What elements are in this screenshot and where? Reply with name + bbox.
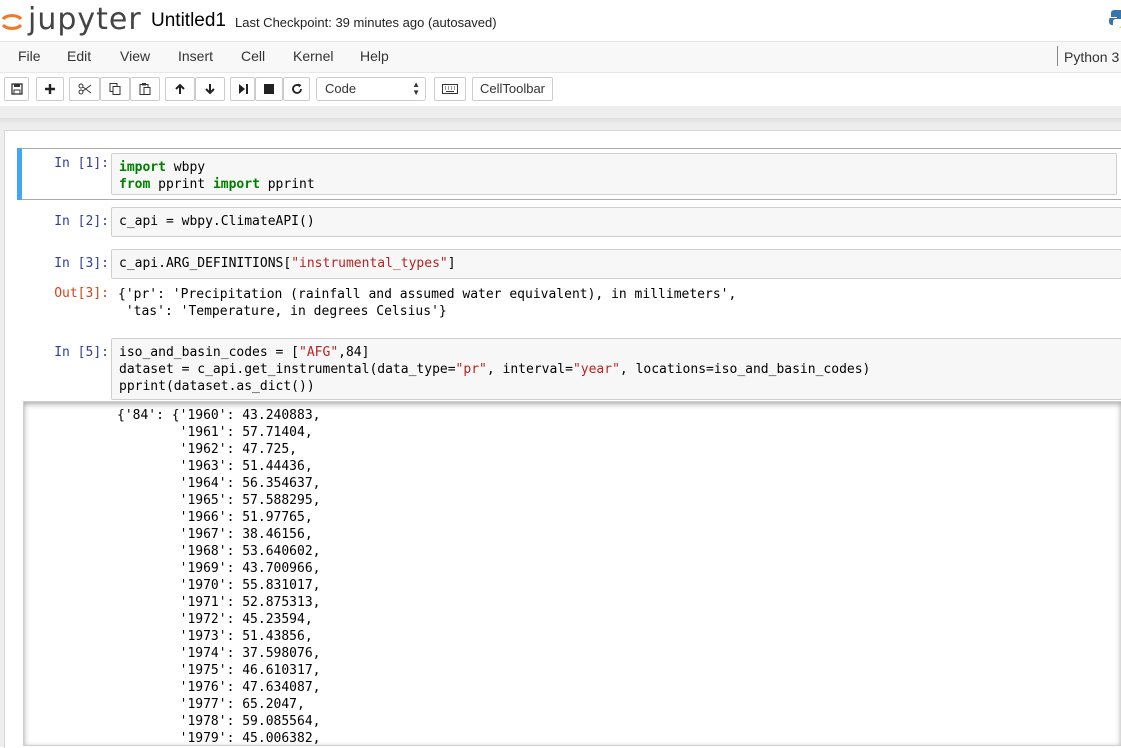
code-cell-1[interactable]: In [1]: import wbpy from pprint import p… [17, 148, 1121, 200]
output-line: '1963': 51.44436, [117, 459, 313, 474]
code-text: c_api = wbpy.ClimateAPI() [119, 214, 315, 229]
cell-output: {'pr': 'Precipitation (rainfall and assu… [118, 287, 737, 319]
output-line: '1962': 47.725, [117, 442, 298, 457]
output-line: '1972': 45.23594, [117, 612, 313, 627]
keyboard-icon [442, 84, 458, 94]
cell-type-select[interactable]: Code ▲ ▼ [316, 77, 426, 101]
output-line: '1970': 55.831017, [117, 578, 321, 593]
menu-file[interactable]: File [18, 48, 41, 64]
move-up-button[interactable] [165, 77, 195, 101]
menu-kernel[interactable]: Kernel [293, 48, 333, 64]
output-line: '1966': 51.97765, [117, 510, 313, 525]
menu-edit[interactable]: Edit [67, 48, 91, 64]
arrow-up-icon [175, 83, 185, 94]
header: jupyter Untitled1 Last Checkpoint: 39 mi… [0, 0, 1121, 40]
checkpoint-status: Last Checkpoint: 39 minutes ago (autosav… [235, 15, 497, 30]
plus-icon [45, 84, 55, 94]
output-line: '1971': 52.875313, [117, 595, 321, 610]
output-line: '1967': 38.46156, [117, 527, 313, 542]
code-text: import wbpy from pprint import pprint [119, 160, 315, 192]
step-forward-icon [238, 84, 248, 94]
output-line: {'84': {'1960': 43.240883, [117, 408, 321, 423]
output-line: '1965': 57.588295, [117, 493, 321, 508]
output-line: '1968': 53.640602, [117, 544, 321, 559]
select-arrows-icon: ▲ ▼ [412, 80, 420, 97]
header-shadow [0, 106, 1121, 124]
output-line: '1975': 46.610317, [117, 663, 321, 678]
insert-cell-button[interactable] [36, 77, 64, 101]
code-cell-2[interactable]: In [2]: c_api = wbpy.ClimateAPI() [17, 207, 1121, 237]
code-cell-3[interactable]: In [3]: c_api.ARG_DEFINITIONS["instrumen… [17, 249, 1121, 321]
kernel-indicator[interactable]: Python 3 [1057, 46, 1119, 66]
cell-input[interactable]: iso_and_basin_codes = ["AFG",84] dataset… [111, 338, 1121, 400]
paste-icon [139, 83, 151, 95]
output-line: '1961': 57.71404, [117, 425, 313, 440]
input-prompt: In [5]: [54, 345, 109, 360]
code-cell-5[interactable]: In [5]: iso_and_basin_codes = ["AFG",84]… [17, 338, 1121, 400]
arrow-down-icon [205, 84, 215, 95]
cell-input[interactable]: import wbpy from pprint import pprint [111, 153, 1117, 195]
notebook-area: In [1]: import wbpy from pprint import p… [0, 124, 1121, 748]
copy-button[interactable] [100, 77, 130, 101]
notebook-name[interactable]: Untitled1 [151, 10, 226, 32]
code-text: iso_and_basin_codes = ["AFG",84] dataset… [119, 345, 871, 394]
stop-icon [264, 84, 274, 94]
paste-button[interactable] [130, 77, 160, 101]
cell-input[interactable]: c_api.ARG_DEFINITIONS["instrumental_type… [111, 249, 1121, 279]
input-prompt: In [3]: [54, 256, 109, 271]
output-line: '1976': 47.634087, [117, 680, 321, 695]
output-line: '1964': 56.354637, [117, 476, 321, 491]
menu-view[interactable]: View [120, 48, 150, 64]
cut-button[interactable] [69, 77, 100, 101]
cell-input[interactable]: c_api = wbpy.ClimateAPI() [111, 207, 1121, 237]
copy-icon [109, 83, 121, 95]
celltoolbar-button[interactable]: CellToolbar [472, 77, 553, 101]
move-down-button[interactable] [195, 77, 225, 101]
output-line: '1978': 59.085564, [117, 714, 321, 729]
jupyter-orbit-icon [1, 14, 23, 30]
output-prompt: Out[3]: [54, 286, 109, 301]
output-line: '1977': 65.2047, [117, 697, 305, 712]
interrupt-button[interactable] [255, 77, 283, 101]
menu-cell[interactable]: Cell [241, 48, 265, 64]
input-prompt: In [1]: [54, 156, 109, 171]
output-line: '1973': 51.43856, [117, 629, 313, 644]
restart-button[interactable] [283, 77, 310, 101]
output-line: '1969': 43.700966, [117, 561, 321, 576]
scissors-icon [78, 83, 91, 95]
input-prompt: In [2]: [54, 214, 109, 229]
save-button[interactable] [4, 77, 29, 101]
python-logo-icon [1109, 10, 1121, 28]
toolbar: Code ▲ ▼ CellToolbar [0, 72, 1121, 106]
menu-insert[interactable]: Insert [178, 48, 213, 64]
command-palette-button[interactable] [434, 77, 466, 101]
menu-help[interactable]: Help [360, 48, 389, 64]
output-line: '1979': 45.006382, [117, 731, 321, 746]
save-icon [10, 83, 23, 95]
refresh-icon [291, 83, 302, 94]
pprint-output: {'84': {'1960': 43.240883, '1961': 57.71… [117, 407, 321, 746]
cell-type-value: Code [325, 81, 357, 96]
scrolled-output-area[interactable]: {'84': {'1960': 43.240883, '1961': 57.71… [23, 401, 1121, 746]
menubar: File Edit View Insert Cell Kernel Help P… [0, 41, 1121, 73]
notebook-container: In [1]: import wbpy from pprint import p… [4, 130, 1121, 748]
run-button[interactable] [230, 77, 255, 101]
jupyter-logo[interactable]: jupyter [0, 2, 142, 37]
output-line: '1974': 37.598076, [117, 646, 321, 661]
code-text: c_api.ARG_DEFINITIONS["instrumental_type… [119, 256, 456, 271]
logo-text: jupyter [28, 2, 142, 37]
